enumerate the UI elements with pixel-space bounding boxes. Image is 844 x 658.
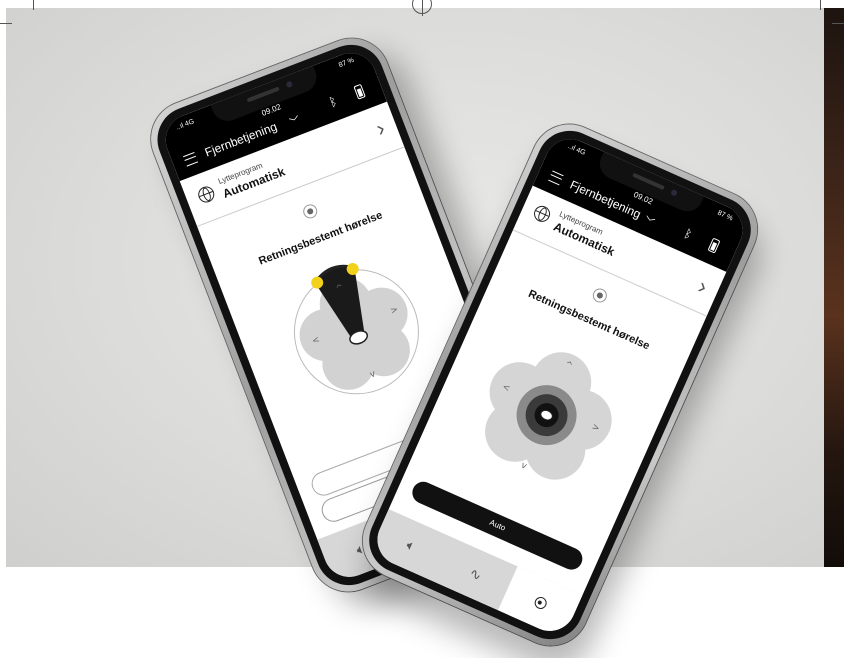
battery-icon xyxy=(707,237,721,254)
globe-icon xyxy=(195,184,217,205)
globe-icon xyxy=(531,203,553,225)
status-signal: ..ıl 4G xyxy=(175,118,196,132)
status-battery: 87 % xyxy=(337,56,356,70)
crop-mark xyxy=(33,0,34,10)
crop-mark xyxy=(0,23,12,24)
status-signal: ..ıl 4G xyxy=(566,142,587,157)
registration-mark-line xyxy=(422,0,423,16)
speaker-icon: 🔈︎ xyxy=(404,535,419,554)
target-icon[interactable] xyxy=(590,286,610,305)
dark-edge-strip xyxy=(824,8,844,567)
menu-icon[interactable] xyxy=(183,151,199,167)
chevron-down-icon[interactable]: ﹀ xyxy=(642,212,657,229)
target-icon[interactable] xyxy=(301,202,320,221)
chevron-right-icon[interactable]: › xyxy=(694,273,711,300)
direction-dial[interactable]: ^ > < v xyxy=(420,292,679,524)
chevron-down-icon[interactable]: ﹀ xyxy=(287,112,302,129)
bluetooth-icon: ᛒ xyxy=(681,226,695,242)
status-battery: 87 % xyxy=(716,209,734,223)
chevron-right-icon[interactable]: › xyxy=(373,115,389,142)
crop-mark xyxy=(832,23,844,24)
bluetooth-icon: ᛒ xyxy=(327,94,339,110)
battery-icon xyxy=(353,83,366,100)
crop-mark xyxy=(820,0,821,10)
record-icon xyxy=(532,594,549,611)
menu-icon[interactable] xyxy=(548,170,564,186)
chevron-down-icon[interactable]: v xyxy=(519,461,529,473)
